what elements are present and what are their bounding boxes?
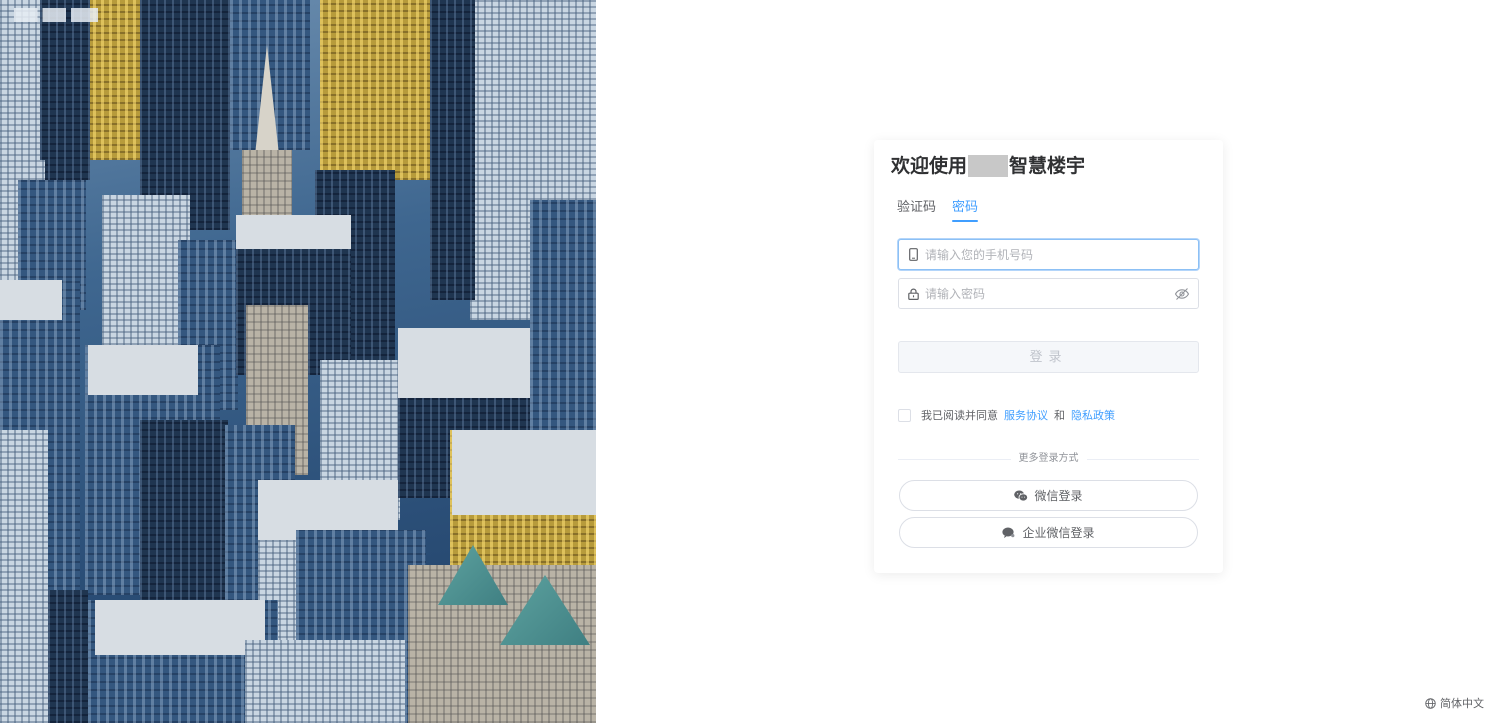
redacted-brand bbox=[968, 155, 1009, 177]
title-prefix: 欢迎使用 bbox=[891, 156, 968, 177]
language-switcher[interactable]: 简体中文 bbox=[1425, 695, 1484, 711]
more-methods-divider: 更多登录方式 bbox=[898, 452, 1199, 466]
building bbox=[85, 0, 145, 160]
title-suffix: 智慧楼宇 bbox=[1009, 156, 1086, 177]
tab-password[interactable]: 密码 bbox=[952, 198, 979, 222]
roof bbox=[452, 430, 596, 515]
lock-icon bbox=[907, 287, 919, 301]
phone-icon bbox=[907, 248, 919, 262]
building bbox=[40, 0, 90, 180]
building bbox=[430, 0, 475, 300]
building bbox=[245, 640, 405, 723]
login-card: 欢迎使用 智慧楼宇 验证码 密码 登录 我已阅读并同意 服务协议 和 隐私政策 更… bbox=[874, 140, 1223, 573]
building bbox=[320, 0, 430, 180]
building bbox=[48, 590, 88, 723]
roof bbox=[88, 345, 198, 395]
roof bbox=[95, 600, 265, 655]
agreement-text: 我已阅读并同意 bbox=[921, 410, 998, 422]
wecom-login-button[interactable]: 企业微信登录 bbox=[899, 517, 1198, 548]
building bbox=[0, 430, 48, 723]
password-field[interactable] bbox=[898, 278, 1199, 309]
page-title: 欢迎使用 智慧楼宇 bbox=[891, 154, 1085, 180]
wechat-login-button[interactable]: 微信登录 bbox=[899, 480, 1198, 511]
service-agreement-link[interactable]: 服务协议 bbox=[1004, 407, 1048, 423]
agreement-checkbox[interactable] bbox=[898, 408, 911, 422]
roof bbox=[398, 328, 530, 398]
hero-city-image bbox=[0, 0, 596, 723]
tab-verification-code[interactable]: 验证码 bbox=[897, 198, 936, 220]
phone-input[interactable] bbox=[925, 247, 1190, 262]
globe-icon bbox=[1425, 697, 1436, 709]
agreement-row: 我已阅读并同意 服务协议 和 隐私政策 bbox=[898, 407, 1121, 423]
wechat-icon bbox=[1014, 490, 1029, 502]
agreement-conjunction: 和 bbox=[1054, 410, 1065, 422]
more-methods-label: 更多登录方式 bbox=[1010, 452, 1087, 466]
building bbox=[140, 420, 228, 620]
wecom-icon bbox=[1002, 527, 1016, 539]
privacy-policy-link[interactable]: 隐私政策 bbox=[1071, 407, 1115, 423]
spire bbox=[255, 45, 279, 155]
brand-logo bbox=[14, 8, 98, 22]
roof bbox=[0, 280, 62, 320]
building bbox=[530, 200, 596, 460]
login-button[interactable]: 登录 bbox=[898, 341, 1199, 373]
phone-field[interactable] bbox=[898, 239, 1199, 270]
wechat-login-label: 微信登录 bbox=[1034, 489, 1083, 503]
eye-off-icon[interactable] bbox=[1174, 287, 1190, 301]
login-tabs: 验证码 密码 bbox=[897, 198, 979, 222]
wecom-login-label: 企业微信登录 bbox=[1022, 526, 1095, 540]
roof bbox=[236, 215, 351, 249]
password-input[interactable] bbox=[925, 286, 1174, 301]
language-label: 简体中文 bbox=[1440, 698, 1484, 710]
